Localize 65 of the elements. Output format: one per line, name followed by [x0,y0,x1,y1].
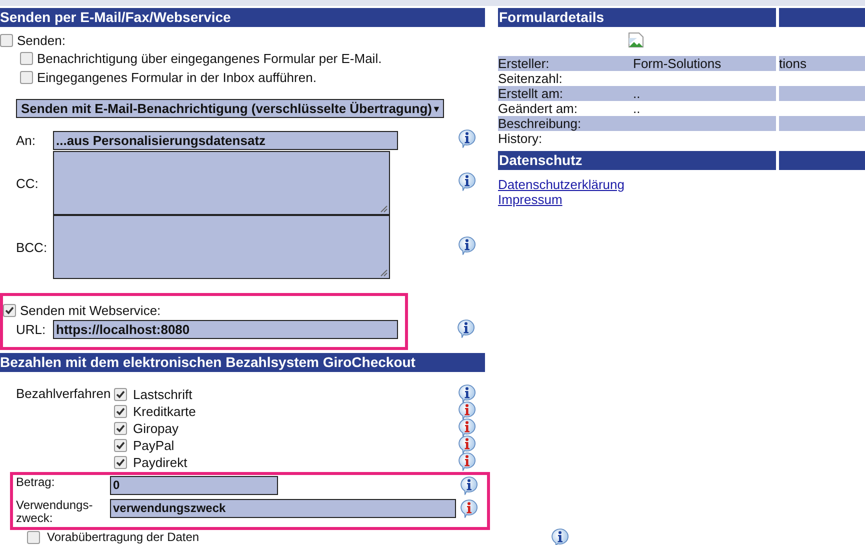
table-cell-text: History: [498,131,544,146]
field-label: CC: [15,176,40,190]
checkbox[interactable] [114,405,127,418]
checkbox-label: Paydirekt [133,455,188,470]
section-header: Datenschutz [498,151,776,170]
checkbox-label: Vorabübertragung der Daten [47,530,200,544]
field-label: Verwendungs-zweck: [16,499,94,525]
checkbox[interactable] [0,34,13,46]
checkbox-label: PayPal [133,438,174,453]
checkbox-label: Kreditkarte [133,404,196,419]
resize-grip-icon[interactable] [380,269,388,277]
text-area[interactable] [53,151,390,215]
checkbox[interactable] [27,530,40,544]
checkbox-label: Lastschrift [133,387,192,402]
table-cell: Beschreibung: [498,116,633,131]
text-area[interactable] [53,215,390,279]
table-cell: Erstellt am: [498,86,633,101]
table-cell: .. [633,86,776,101]
checkbox[interactable] [114,456,127,469]
info-icon[interactable] [458,129,476,148]
checkbox-label: Giropay [133,421,179,436]
privacy-link[interactable]: Datenschutzerklärung [498,177,624,192]
checkbox-label: Senden mit Webservice: [20,302,161,318]
checkbox[interactable] [114,422,127,435]
checkbox-label: Benachrichtigung über eingegangenes Formular per E-Mail. [37,51,382,66]
checkbox[interactable] [114,439,127,452]
info-icon[interactable] [458,236,476,255]
checkbox[interactable] [20,71,33,84]
table-cell: tions [779,56,865,71]
info-icon[interactable] [460,476,478,495]
info-icon[interactable] [551,528,569,545]
input-field[interactable]: 0 [110,476,278,495]
field-label: URL: [15,322,47,337]
section-header: Bezahlen mit dem elektronischen Bezahlsystem GiroCheckout [0,353,485,372]
table-cell: Ersteller: [498,56,633,71]
info-icon[interactable] [460,499,478,518]
input-field[interactable]: verwendungszweck [110,499,456,518]
mode-dropdown[interactable]: Senden mit E-Mail-Benachrichtigung (verschlüsselte Übertragung)▼ [16,99,444,118]
table-cell-text: .. [633,101,642,116]
section-header: Senden per E-Mail/Fax/Webservice [0,8,485,27]
info-icon[interactable] [458,434,476,454]
section-header: Formulardetails [498,8,776,27]
field-label: Betrag: [16,476,56,489]
field-label: An: [15,132,37,148]
field-label: Bezahlverfahren [15,386,112,403]
input-field[interactable]: ...aus Personalisierungsdatensatz [53,130,398,150]
info-icon[interactable] [458,172,476,191]
url-field[interactable]: https://localhost:8080 [53,320,398,339]
table-cell-text: Geändert am: [498,101,578,116]
info-icon[interactable] [458,418,476,436]
checkbox[interactable] [114,388,127,401]
privacy-link[interactable]: Impressum [498,192,562,207]
info-icon[interactable] [458,452,476,470]
checkbox-label: Eingegangenes Formular in der Inbox aufführen. [37,70,316,85]
checkbox[interactable] [3,304,16,316]
broken-image-icon [628,32,644,48]
info-icon[interactable] [458,384,476,402]
field-label: BCC: [15,240,48,254]
resize-grip-icon[interactable] [380,205,388,213]
checkbox-label: Senden: [17,32,66,48]
table-cell-text: Seitenzahl: [498,71,564,86]
table-cell: Form-Solutions [633,56,776,71]
info-icon[interactable] [457,319,475,338]
checkbox[interactable] [20,52,33,65]
info-icon[interactable] [458,400,476,420]
